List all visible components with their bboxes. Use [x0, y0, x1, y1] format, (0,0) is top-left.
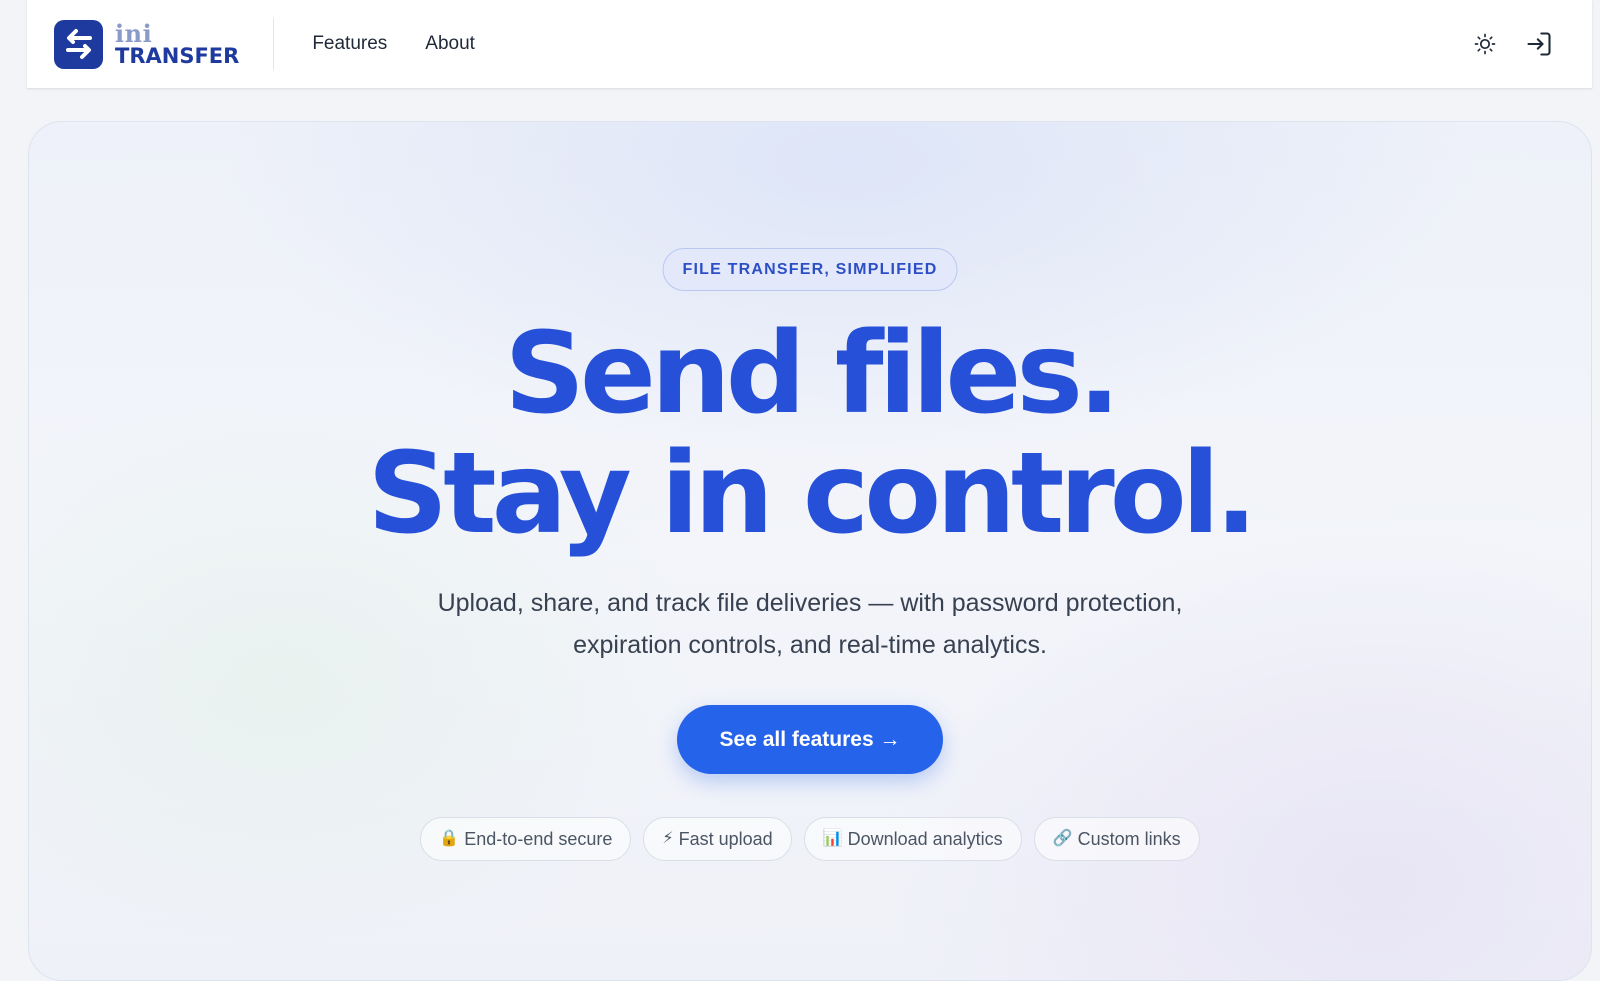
headline-line-2: Stay in control.: [367, 429, 1257, 559]
brand-logo[interactable]: ini TRANSFER: [54, 18, 240, 69]
logo-wordmark-transfer: TRANSFER: [115, 43, 240, 68]
hero-headline: Send files. Stay in control.: [29, 314, 1591, 554]
sign-in-button[interactable]: [1522, 27, 1556, 61]
link-icon: 🔗: [1052, 830, 1073, 847]
hero-subtitle: Upload, share, and track file deliveries…: [437, 589, 1183, 659]
sun-icon: [1474, 33, 1496, 55]
feature-pill-label: End-to-end secure: [464, 828, 613, 849]
feature-pill-label: Custom links: [1077, 828, 1181, 849]
nav-link-features[interactable]: Features: [312, 33, 387, 55]
feature-pills: 🔒 End-to-end secure ⚡ Fast upload 📊 Down…: [29, 817, 1591, 861]
transfer-arrows-icon: [54, 19, 103, 69]
top-navbar: ini TRANSFER Features About: [27, 0, 1592, 88]
nav-divider: [273, 18, 275, 70]
headline-line-1: Send files.: [504, 309, 1120, 439]
hero-section: FILE TRANSFER, SIMPLIFIED Send files. St…: [28, 121, 1592, 981]
feature-pill-label: Download analytics: [847, 828, 1003, 849]
bar-chart-icon: 📊: [822, 830, 843, 847]
feature-pill-custom-links: 🔗 Custom links: [1033, 817, 1200, 861]
feature-pill-fast-upload: ⚡ Fast upload: [643, 817, 792, 861]
theme-toggle-button[interactable]: [1468, 27, 1502, 61]
feature-pill-analytics: 📊 Download analytics: [803, 817, 1022, 861]
sign-in-icon: [1527, 32, 1551, 56]
lightning-icon: ⚡: [662, 830, 674, 847]
lock-icon: 🔒: [439, 830, 460, 847]
logo-wordmark-ini: ini: [115, 18, 153, 48]
header-actions: [1468, 27, 1556, 61]
nav-link-about[interactable]: About: [425, 33, 475, 55]
logo-wordmark: ini TRANSFER: [115, 18, 240, 68]
feature-pill-secure: 🔒 End-to-end secure: [420, 817, 632, 861]
see-all-features-button[interactable]: See all features →: [677, 705, 943, 774]
eyebrow-badge: FILE TRANSFER, SIMPLIFIED: [662, 248, 958, 291]
feature-pill-label: Fast upload: [678, 828, 773, 849]
